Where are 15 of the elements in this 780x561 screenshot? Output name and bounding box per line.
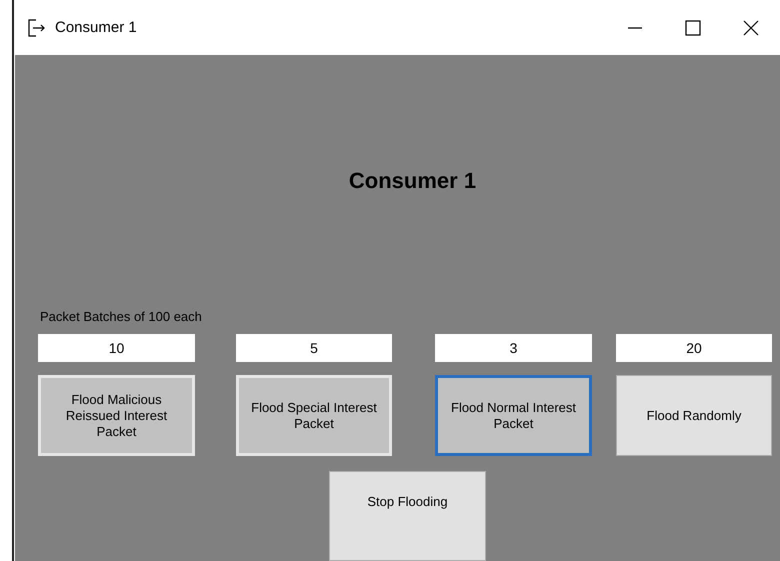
heading: Consumer 1 [348, 168, 476, 194]
number-field[interactable]: 10 [38, 334, 195, 362]
window-title: Consumer 1 [55, 19, 137, 36]
flood-button[interactable]: Flood Special Interest Packet [236, 375, 392, 456]
number-field[interactable]: 3 [435, 334, 592, 362]
close-icon[interactable] [741, 18, 761, 38]
flood-button[interactable]: Flood Randomly [616, 375, 772, 456]
batch-label: Packet Batches of 100 each [40, 309, 202, 324]
number-field[interactable]: 20 [616, 334, 772, 362]
stop-button[interactable]: Stop Flooding [329, 471, 486, 561]
flood-button[interactable]: Flood Normal Interest Packet [435, 375, 592, 456]
flood-button[interactable]: Flood Malicious Reissued Interest Packet [38, 375, 195, 456]
number-field[interactable]: 5 [236, 334, 392, 362]
exit-icon [27, 18, 47, 38]
maximize-icon[interactable] [683, 18, 703, 38]
